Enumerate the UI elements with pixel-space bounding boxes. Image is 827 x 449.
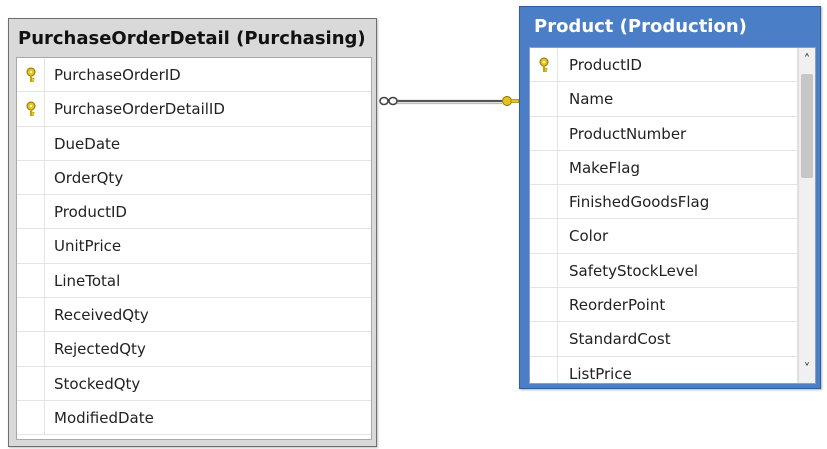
column-row[interactable]: RejectedQty	[17, 332, 371, 367]
column-row[interactable]: StandardCost	[530, 322, 798, 357]
relationship-one-end-key-icon	[502, 96, 520, 106]
scroll-thumb[interactable]	[801, 74, 813, 178]
column-row[interactable]: ReceivedQty	[17, 298, 371, 333]
relationship-many-end-infinity-icon	[379, 96, 398, 106]
table-title[interactable]: PurchaseOrderDetail (Purchasing)	[11, 19, 374, 57]
row-selector[interactable]	[17, 400, 45, 435]
column-name: DueDate	[54, 134, 121, 153]
column-row[interactable]: ReorderPoint	[530, 288, 798, 323]
column-name: RejectedQty	[54, 340, 146, 359]
column-list: PurchaseOrderID PurchaseOrderDetailID DueD…	[16, 57, 372, 440]
product-table[interactable]: Product (Production) ProductID Name Produc…	[519, 6, 821, 389]
column-name: ProductNumber	[569, 124, 687, 143]
row-selector[interactable]	[17, 58, 45, 92]
row-selector[interactable]	[17, 160, 45, 195]
column-name: StandardCost	[569, 330, 671, 349]
column-name: StockedQty	[54, 374, 141, 393]
row-selector[interactable]	[17, 298, 45, 332]
row-selector[interactable]	[17, 366, 45, 400]
row-selector[interactable]	[530, 288, 558, 322]
column-name: PurchaseOrderID	[54, 66, 181, 84]
column-row[interactable]: StockedQty	[17, 366, 371, 401]
chevron-down-icon[interactable]: ˅	[799, 359, 815, 381]
column-name: MakeFlag	[569, 158, 641, 177]
column-name: ReceivedQty	[54, 306, 149, 325]
column-row[interactable]: ProductID	[17, 195, 371, 230]
row-selector[interactable]	[17, 195, 45, 229]
row-selector[interactable]	[530, 82, 558, 116]
column-name: ProductID	[569, 56, 642, 74]
key-icon	[26, 101, 36, 117]
column-name: ListPrice	[569, 364, 632, 383]
row-selector[interactable]	[530, 356, 558, 383]
column-row[interactable]: UnitPrice	[17, 229, 371, 264]
column-row[interactable]: ProductNumber	[530, 116, 798, 151]
column-name: OrderQty	[54, 168, 124, 187]
key-icon	[26, 67, 36, 82]
row-selector[interactable]	[17, 332, 45, 366]
column-row[interactable]: FinishedGoodsFlag	[530, 185, 798, 220]
column-name: UnitPrice	[54, 237, 122, 256]
purchase-order-detail-table[interactable]: PurchaseOrderDetail (Purchasing) Purchas…	[8, 18, 377, 447]
column-row[interactable]: SafetyStockLevel	[530, 253, 798, 289]
column-row[interactable]: Name	[530, 82, 798, 117]
row-selector[interactable]	[530, 253, 558, 288]
column-name: FinishedGoodsFlag	[569, 193, 710, 212]
row-selector[interactable]	[530, 185, 558, 219]
column-name: Color	[569, 227, 609, 246]
column-name: PurchaseOrderDetailID	[54, 100, 225, 119]
column-row[interactable]: ListPrice	[530, 356, 798, 383]
column-row[interactable]: DueDate	[17, 126, 371, 161]
row-selector[interactable]	[530, 219, 558, 253]
column-name: ReorderPoint	[569, 296, 666, 315]
column-row[interactable]: Color	[530, 219, 798, 254]
row-selector[interactable]	[530, 48, 558, 82]
column-row[interactable]: LineTotal	[17, 263, 371, 299]
column-row[interactable]: PurchaseOrderID	[17, 58, 371, 93]
key-icon	[539, 57, 549, 72]
column-name: ProductID	[54, 203, 127, 222]
row-selector[interactable]	[530, 150, 558, 185]
row-selector[interactable]	[17, 126, 45, 160]
row-selector[interactable]	[17, 229, 45, 263]
column-row[interactable]: PurchaseOrderDetailID	[17, 92, 371, 127]
column-row[interactable]: ProductID	[530, 48, 798, 83]
column-name: Name	[569, 90, 614, 109]
row-selector[interactable]	[530, 116, 558, 150]
table-title[interactable]: Product (Production)	[520, 7, 820, 45]
column-row[interactable]: MakeFlag	[530, 150, 798, 186]
column-row[interactable]: ModifiedDate	[17, 400, 371, 436]
column-name: LineTotal	[54, 271, 121, 290]
vertical-scrollbar[interactable]: ˄ ˅	[798, 48, 815, 383]
column-name: ModifiedDate	[54, 408, 154, 427]
column-row[interactable]: OrderQty	[17, 160, 371, 196]
chevron-up-icon[interactable]: ˄	[799, 50, 815, 72]
row-selector[interactable]	[530, 322, 558, 356]
column-name: SafetyStockLevel	[569, 261, 699, 280]
column-list: ProductID Name ProductNumber MakeFlag Finish…	[529, 47, 816, 384]
row-selector[interactable]	[17, 263, 45, 298]
row-selector[interactable]	[17, 92, 45, 126]
